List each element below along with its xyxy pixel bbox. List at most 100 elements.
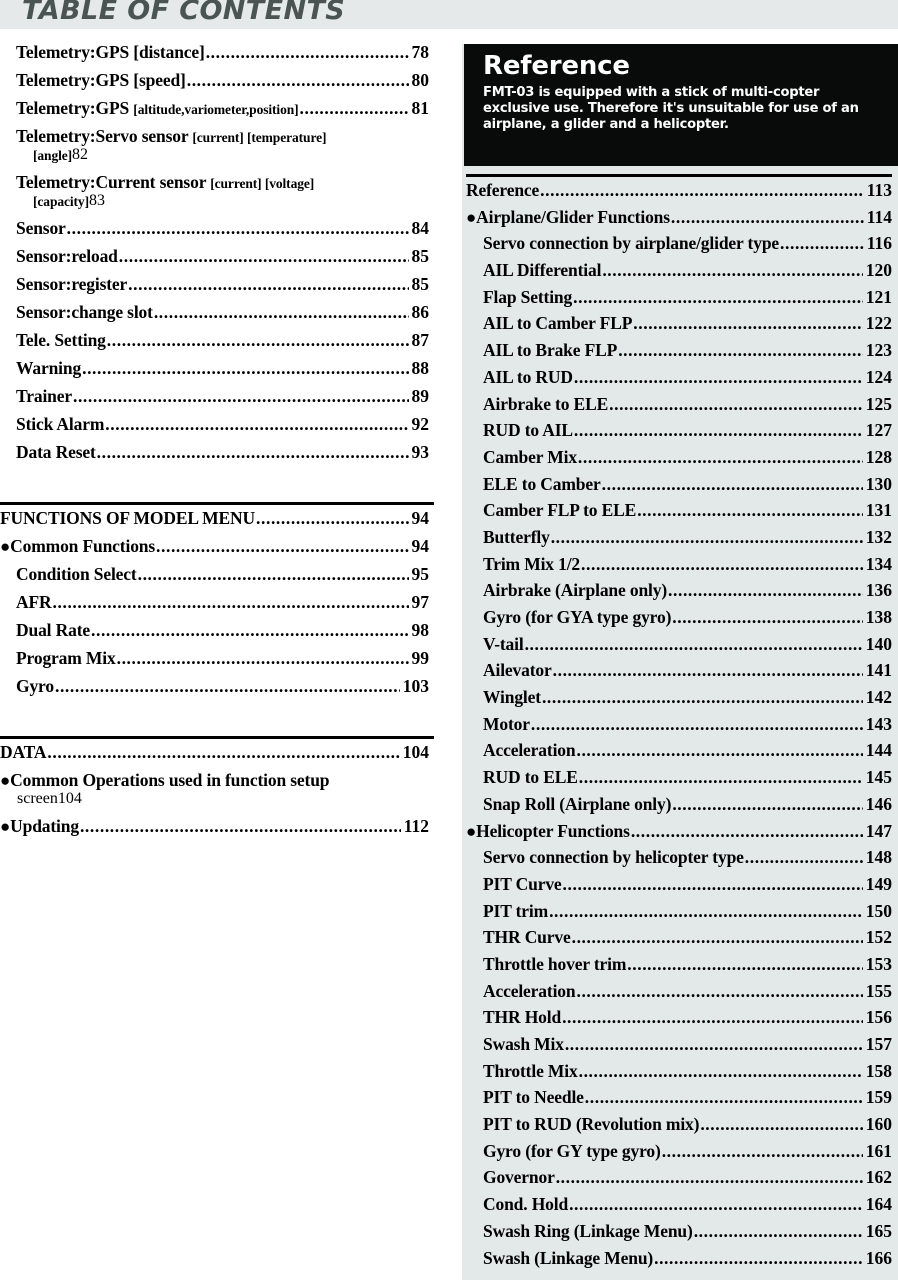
toc-entry[interactable]: PIT to RUD (Revolution mix) 160 (466, 1116, 892, 1134)
toc-entry[interactable]: Camber FLP to ELE 131 (466, 502, 892, 520)
dot-leader (579, 1063, 863, 1081)
toc-entry[interactable]: Airbrake to ELE 125 (466, 395, 892, 414)
toc-entry[interactable]: PIT trim 150 (466, 900, 892, 921)
toc-entry[interactable]: Reference 113 (466, 180, 892, 200)
page-title: TABLE OF CONTENTS (22, 0, 346, 26)
toc-entry[interactable]: ELE to Camber 130 (466, 475, 892, 494)
toc-entry[interactable]: Snap Roll (Airplane only) 146 (466, 795, 892, 814)
toc-entry[interactable]: Sensor 84 (0, 218, 434, 238)
dot-leader (633, 315, 862, 333)
reference-callout-note: FMT-03 is equipped with a stick of multi… (483, 85, 859, 133)
toc-entry[interactable]: Telemetry:GPS [altitude,variometer,posit… (0, 99, 434, 118)
toc-entry[interactable]: Acceleration 155 (466, 980, 892, 1001)
toc-entry[interactable]: AFR 97 (0, 592, 434, 612)
toc-entry[interactable]: Sensor:change slot 86 (0, 303, 434, 322)
toc-entry[interactable]: Servo connection by helicopter type 148 (466, 849, 892, 867)
toc-entry[interactable]: Flap Setting 121 (466, 288, 892, 307)
toc-entry[interactable]: PIT to Needle 159 (466, 1089, 892, 1107)
toc-entry[interactable]: ●Updating 112 (0, 817, 434, 836)
toc-entry[interactable]: RUD to AIL 127 (466, 422, 892, 440)
toc-entry-annotation: [angle] (33, 147, 73, 163)
toc-entry-label: RUD to AIL (483, 420, 573, 441)
toc-entry[interactable]: V-tail 140 (466, 635, 892, 654)
toc-entry-label: Throttle hover trim (483, 953, 627, 974)
toc-entry[interactable]: Swash (Linkage Menu) 166 (466, 1249, 892, 1268)
page-number: 97 (411, 592, 430, 612)
toc-entry[interactable]: THR Hold 156 (466, 1009, 892, 1027)
toc-entry[interactable]: AIL to RUD 124 (466, 366, 892, 387)
toc-entry[interactable]: Throttle hover trim 153 (466, 953, 892, 974)
toc-entry[interactable]: DATA 104 (0, 743, 434, 762)
page-number: 93 (411, 442, 430, 462)
toc-entry-label: AIL to Brake FLP (483, 340, 618, 361)
toc-entry-annotation: [capacity] (33, 193, 89, 209)
toc-entry-label: THR Curve (483, 927, 571, 948)
toc-entry[interactable]: Telemetry:GPS [speed] 80 (0, 70, 434, 90)
toc-entry[interactable]: Throttle Mix 158 (466, 1060, 892, 1081)
toc-entry[interactable]: RUD to ELE 145 (466, 769, 892, 787)
page-number: 165 (865, 1220, 892, 1241)
page-number: 80 (411, 70, 430, 90)
toc-entry[interactable]: Airbrake (Airplane only) 136 (466, 582, 892, 600)
toc-entry[interactable]: Servo connection by airplane/glider type… (466, 235, 892, 253)
page-number: 113 (866, 180, 892, 200)
toc-entry[interactable]: Motor 143 (466, 715, 892, 734)
toc-entry[interactable]: FUNCTIONS OF MODEL MENU 94 (0, 509, 434, 528)
toc-entry[interactable]: Data Reset 93 (0, 442, 434, 462)
toc-entry[interactable]: Trim Mix 1/2 134 (466, 555, 892, 574)
toc-entry[interactable]: ●Helicopter Functions 147 (466, 822, 892, 841)
toc-entry[interactable]: PIT Curve 149 (466, 875, 892, 894)
toc-entry[interactable]: AIL to Camber FLP 122 (466, 315, 892, 333)
toc-entry[interactable]: Governor 162 (466, 1169, 892, 1187)
toc-entry[interactable]: Dual Rate 98 (0, 621, 434, 640)
toc-entry-label: ●Common Functions (0, 536, 156, 556)
dot-leader (55, 678, 400, 696)
toc-entry[interactable]: Condition Select 95 (0, 565, 434, 584)
toc-entry[interactable]: ●Common Operations used in function setu… (0, 771, 434, 808)
toc-entry[interactable]: AIL to Brake FLP 123 (466, 342, 892, 360)
toc-entry[interactable]: Sensor:reload 85 (0, 247, 434, 266)
bullet-icon: ● (0, 771, 11, 790)
toc-entry[interactable]: Program Mix 99 (0, 649, 434, 668)
toc-entry[interactable]: Tele. Setting 87 (0, 331, 434, 350)
toc-entry[interactable]: ●Common Functions 94 (0, 536, 434, 556)
page-number: 150 (865, 900, 892, 921)
page-number: 124 (865, 366, 892, 387)
toc-entry[interactable]: Swash Ring (Linkage Menu) 165 (466, 1220, 892, 1241)
dot-leader (73, 388, 409, 406)
toc-entry[interactable]: ●Airplane/Glider Functions 114 (466, 206, 892, 227)
toc-entry[interactable]: Camber Mix 128 (466, 448, 892, 467)
toc-entry-label: AFR (16, 592, 52, 612)
toc-entry[interactable]: AIL Differential 120 (466, 262, 892, 280)
toc-entry[interactable]: Stick Alarm 92 (0, 414, 434, 434)
page-number: 155 (865, 980, 892, 1001)
left-toc-column: Telemetry:GPS [distance]78 Telemetry:GPS … (0, 43, 434, 846)
toc-entry[interactable]: Telemetry:Current sensor [current] [volt… (0, 173, 434, 210)
toc-entry[interactable]: Cond. Hold 164 (466, 1196, 892, 1214)
toc-entry-label: Stick Alarm (16, 414, 105, 434)
dot-leader (574, 422, 863, 440)
toc-entry[interactable]: Gyro (for GYA type gyro) 138 (466, 608, 892, 627)
toc-entry[interactable]: Swash Mix 157 (466, 1035, 892, 1054)
dot-leader (117, 650, 409, 668)
toc-entry[interactable]: Butterfly 132 (466, 528, 892, 547)
toc-entry[interactable]: Sensor:register 85 (0, 274, 434, 294)
page-number: 85 (411, 274, 430, 294)
toc-entry-label: Servo connection by helicopter type (483, 847, 744, 868)
toc-entry[interactable]: Ailevator 141 (466, 662, 892, 680)
toc-entry[interactable]: Acceleration 144 (466, 742, 892, 760)
toc-entry[interactable]: Winglet 142 (466, 689, 892, 707)
toc-entry-label: ●Airplane/Glider Functions (466, 206, 670, 227)
toc-entry[interactable]: Trainer 89 (0, 387, 434, 406)
toc-entry-label: Sensor (16, 218, 66, 238)
toc-entry[interactable]: Telemetry:GPS [distance] 78 (0, 43, 434, 62)
toc-entry[interactable]: Telemetry:Servo sensor [current] [temper… (0, 127, 434, 164)
page-number: 94 (411, 536, 430, 556)
toc-entry[interactable]: Gyro (for GY type gyro) 161 (466, 1142, 892, 1161)
toc-entry[interactable]: THR Curve 152 (466, 929, 892, 947)
toc-entry[interactable]: Warning 88 (0, 359, 434, 378)
toc-entry[interactable]: Gyro 103 (0, 677, 434, 696)
toc-entry-label: Throttle Mix (483, 1060, 578, 1081)
toc-entry-label: Winglet (483, 687, 541, 708)
